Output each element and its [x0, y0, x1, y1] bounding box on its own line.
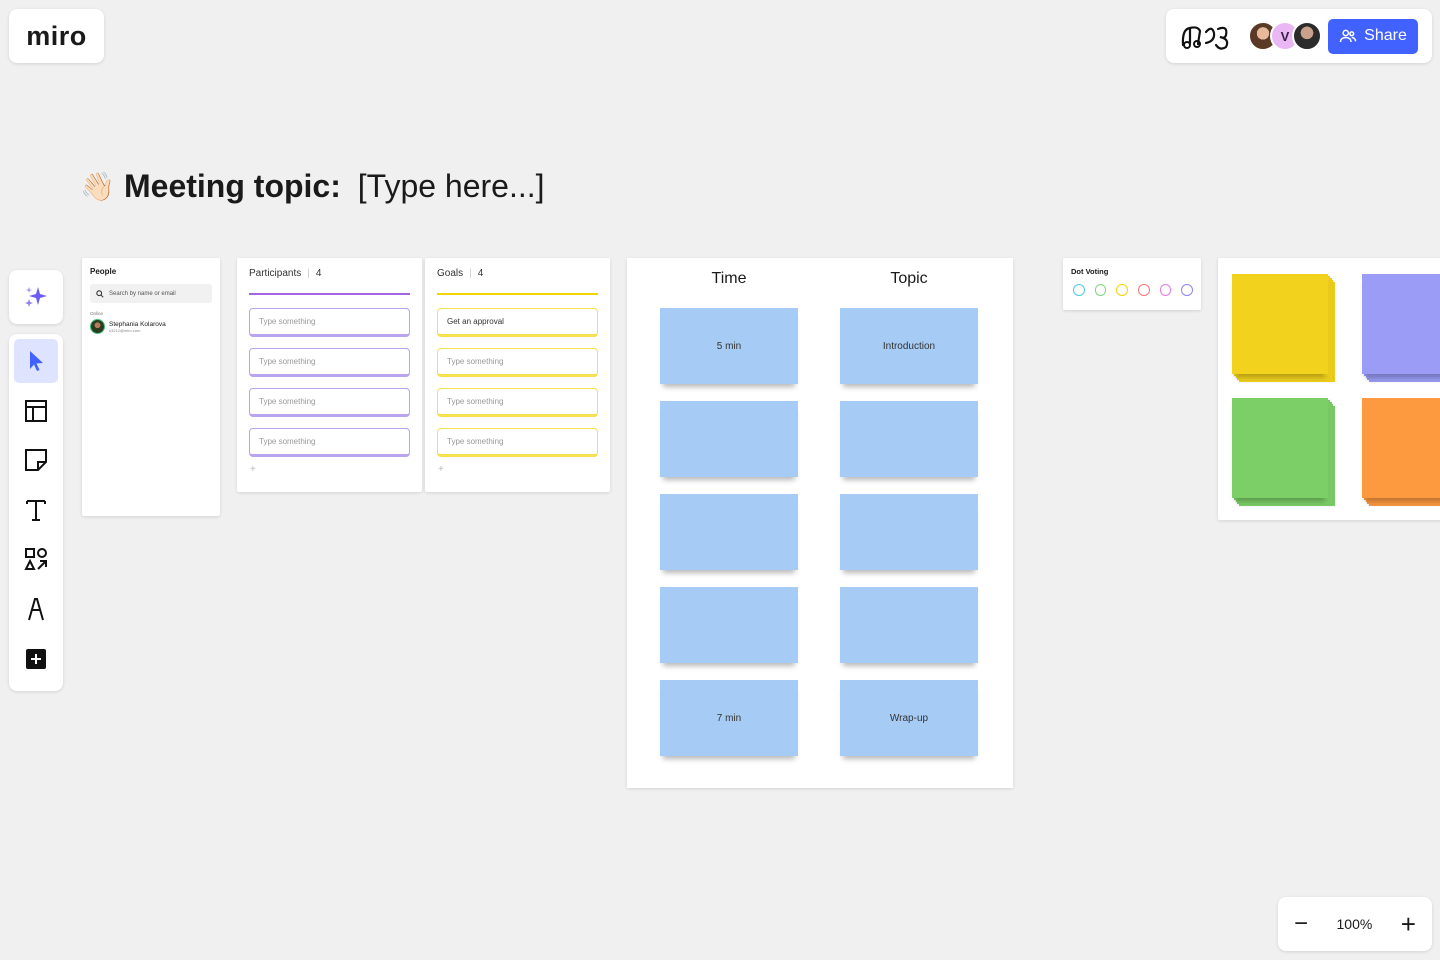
collaboration-bar: V Share: [1166, 9, 1432, 63]
add-participant-button[interactable]: +: [250, 464, 410, 475]
divider: [437, 293, 598, 295]
sticky-note-stack[interactable]: [1232, 398, 1336, 508]
sticky-note-stack[interactable]: [1362, 398, 1440, 508]
participants-title: Participants: [249, 268, 302, 279]
dot-voting-widget: Dot Voting: [1063, 258, 1201, 310]
topic-sticky-note[interactable]: Introduction: [840, 308, 978, 384]
goal-item[interactable]: Type something: [437, 347, 598, 377]
voting-dot[interactable]: [1159, 284, 1172, 296]
participants-count: 4: [315, 268, 322, 279]
zoom-in-button[interactable]: +: [1401, 911, 1416, 937]
user-email: s3212@miro.com: [109, 327, 141, 333]
time-column-header: Time: [711, 270, 747, 287]
shapes-icon: [24, 548, 47, 571]
miro-logo[interactable]: miro: [9, 9, 104, 63]
people-search-input[interactable]: Search by name or email: [90, 284, 212, 303]
participant-item[interactable]: Type something: [249, 427, 410, 457]
sparkle-icon: [25, 287, 47, 307]
cursor-icon: [30, 351, 43, 371]
dot-voting-title: Dot Voting: [1071, 267, 1109, 276]
board-signature-icon[interactable]: [1178, 19, 1238, 53]
goal-item[interactable]: Type something: [437, 387, 598, 417]
users-icon: [1339, 29, 1357, 43]
sticky-note: [1362, 274, 1440, 374]
share-button[interactable]: Share: [1328, 18, 1418, 54]
participants-list: Participants | 4 Type something Type som…: [237, 258, 422, 492]
topic-sticky-note[interactable]: [840, 401, 978, 477]
pen-tool[interactable]: [14, 587, 58, 631]
share-label: Share: [1364, 27, 1407, 44]
sticky-note-tool[interactable]: [14, 438, 58, 482]
people-title: People: [90, 267, 117, 276]
sticky-note: [1362, 398, 1440, 498]
goals-title: Goals: [437, 268, 464, 279]
voting-dots: [1071, 284, 1194, 296]
goals-count: 4: [477, 268, 484, 279]
topic-column-header: Topic: [890, 270, 928, 287]
search-placeholder: Search by name or email: [109, 290, 176, 297]
zoom-out-button[interactable]: −: [1294, 912, 1308, 936]
topic-sticky-note[interactable]: [840, 587, 978, 663]
layout-icon: [25, 399, 47, 422]
time-sticky-note[interactable]: [660, 401, 798, 477]
text-tool[interactable]: [14, 488, 58, 532]
pen-icon: [28, 597, 44, 621]
templates-tool[interactable]: [14, 389, 58, 433]
divider: [249, 293, 410, 295]
plus-square-icon: [26, 648, 46, 669]
goals-list: Goals | 4 Get an approval Type something…: [425, 258, 610, 492]
zoom-level[interactable]: 100%: [1337, 916, 1373, 932]
user-row[interactable]: Stephania Kolarova s3212@miro.com: [90, 319, 212, 334]
collaborator-avatars: V: [1248, 21, 1322, 51]
goal-item[interactable]: Get an approval: [437, 307, 598, 337]
agenda-frame: Time Topic 5 min 7 min Introduction Wrap…: [627, 258, 1013, 788]
participants-header: Participants | 4: [249, 268, 410, 293]
sticky-note-stack[interactable]: [1232, 274, 1336, 384]
ai-assist-button[interactable]: [9, 270, 63, 324]
topic-sticky-note[interactable]: [840, 494, 978, 570]
sticky-note-stacks: [1218, 258, 1440, 520]
voting-dot[interactable]: [1073, 284, 1085, 296]
meeting-topic-label: Meeting topic:: [124, 168, 341, 204]
voting-dot[interactable]: [1116, 284, 1129, 296]
time-sticky-note[interactable]: [660, 494, 798, 570]
sticky-note-stack[interactable]: [1362, 274, 1440, 384]
topic-sticky-note[interactable]: Wrap-up: [840, 680, 978, 756]
sticky-note: [1232, 398, 1328, 498]
add-tool[interactable]: [14, 637, 58, 681]
board-heading[interactable]: 👋🏻 Meeting topic: [Type here...]: [80, 168, 545, 205]
participant-item[interactable]: Type something: [249, 347, 410, 377]
text-icon: [26, 499, 46, 521]
shapes-tool[interactable]: [14, 537, 58, 581]
voting-dot[interactable]: [1094, 284, 1107, 296]
user-name: Stephania Kolarova: [109, 320, 166, 328]
time-sticky-note[interactable]: 5 min: [660, 308, 798, 384]
sticky-note: [1232, 274, 1328, 374]
search-icon: [96, 289, 104, 298]
online-label: Online: [90, 311, 104, 316]
time-sticky-note[interactable]: [660, 587, 798, 663]
people-panel: People Search by name or email Online St…: [82, 258, 220, 516]
avatar: [90, 319, 105, 334]
participant-item[interactable]: Type something: [249, 387, 410, 417]
voting-dot[interactable]: [1138, 284, 1150, 296]
creation-toolbar: [9, 334, 63, 691]
avatar[interactable]: [1292, 21, 1322, 51]
add-goal-button[interactable]: +: [438, 464, 598, 475]
waving-hand-icon: 👋🏻: [80, 171, 115, 202]
zoom-controls: − 100% +: [1278, 897, 1432, 951]
time-sticky-note[interactable]: 7 min: [660, 680, 798, 756]
select-tool[interactable]: [14, 339, 58, 383]
goal-item[interactable]: Type something: [437, 427, 598, 457]
sticky-note-icon: [25, 449, 47, 472]
goals-header: Goals | 4: [437, 268, 598, 293]
voting-dot[interactable]: [1181, 284, 1194, 296]
meeting-topic-placeholder: [Type here...]: [348, 168, 545, 204]
participant-item[interactable]: Type something: [249, 307, 410, 337]
